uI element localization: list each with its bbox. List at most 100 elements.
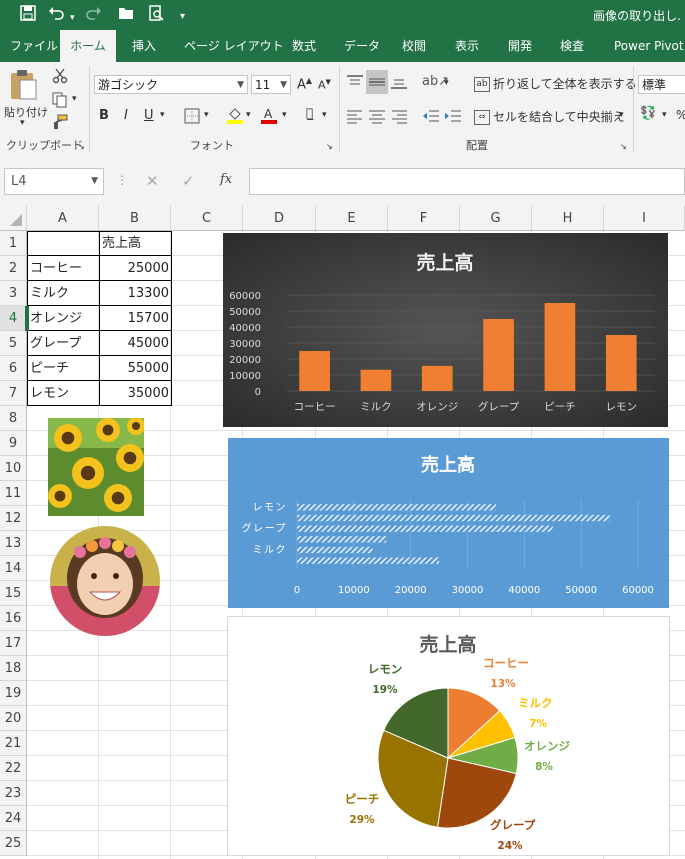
increase-indent-icon[interactable] — [444, 108, 462, 127]
phonetic-dropdown-icon[interactable]: ▾ — [322, 110, 327, 120]
tab-file[interactable]: ファイル — [10, 30, 58, 62]
column-header-f[interactable]: F — [388, 206, 460, 231]
row-header-15[interactable]: 15 — [0, 581, 27, 606]
align-center-icon[interactable] — [368, 108, 386, 127]
row-header-14[interactable]: 14 — [0, 556, 27, 581]
header-cell[interactable]: 売上高 — [99, 231, 172, 256]
open-icon[interactable] — [118, 5, 136, 26]
percent-icon[interactable]: % — [676, 108, 685, 122]
clipboard-launcher-icon[interactable]: ↘ — [78, 142, 85, 151]
bar[interactable] — [297, 504, 496, 511]
row-header-20[interactable]: 20 — [0, 706, 27, 731]
shrink-font-button[interactable]: A▼ — [318, 78, 331, 92]
cancel-icon[interactable]: ✕ — [146, 172, 159, 190]
row-header-3[interactable]: 3 — [0, 281, 27, 306]
pie-chart[interactable]: 売上高 コーヒー 13% ミルク 7% オレンジ 8% グレープ 24% ピーチ 29% レモン 19… — [227, 616, 670, 856]
bar[interactable] — [297, 546, 373, 554]
tab-review[interactable]: 校閲 — [402, 30, 426, 62]
fill-color-icon[interactable] — [226, 106, 244, 127]
undo-icon[interactable] — [48, 5, 66, 26]
print-preview-icon[interactable] — [148, 5, 164, 26]
font-color-dropdown-icon[interactable]: ▾ — [282, 110, 287, 120]
tab-inquire[interactable]: 検査 — [560, 30, 584, 62]
bar[interactable] — [483, 319, 514, 391]
worksheet-grid[interactable]: ABCDEFGHI 1 2 3 4 5 6 7 8 9 10 11 12 13 14 15 16 17 18 19 2… — [0, 206, 685, 859]
paste-button[interactable] — [6, 68, 40, 105]
sales-value-cell[interactable]: 55000 — [99, 356, 172, 381]
bar[interactable] — [297, 557, 440, 564]
girl-portrait-image[interactable] — [50, 526, 160, 636]
resize-handle-icon[interactable]: ⋮ — [116, 173, 128, 187]
row-header-17[interactable]: 17 — [0, 631, 27, 656]
fill-dropdown-icon[interactable]: ▾ — [246, 110, 251, 120]
row-header-16[interactable]: 16 — [0, 606, 27, 631]
sales-value-cell[interactable]: 15700 — [99, 306, 172, 331]
row-header-25[interactable]: 25 — [0, 831, 27, 856]
borders-icon[interactable] — [184, 108, 200, 127]
font-launcher-icon[interactable]: ↘ — [326, 142, 333, 151]
phonetic-icon[interactable]: ア̲ — [306, 106, 313, 120]
copy-icon[interactable] — [52, 92, 68, 111]
product-name-cell[interactable]: グレープ — [27, 331, 99, 356]
paste-dropdown-icon[interactable]: ▾ — [20, 118, 25, 128]
wrap-text-button[interactable]: ab 折り返して全体を表示する — [474, 75, 637, 92]
grow-font-button[interactable]: A▲ — [297, 76, 312, 92]
bar[interactable] — [297, 514, 610, 522]
underline-button[interactable]: U — [144, 108, 154, 123]
column-header-g[interactable]: G — [460, 206, 532, 231]
product-name-cell[interactable]: ミルク — [27, 281, 99, 306]
alignment-launcher-icon[interactable]: ↘ — [620, 142, 627, 151]
row-header-10[interactable]: 10 — [0, 456, 27, 481]
row-header-2[interactable]: 2 — [0, 256, 27, 281]
bar[interactable] — [421, 365, 453, 391]
copy-dropdown-icon[interactable]: ▾ — [72, 94, 77, 104]
column-header-e[interactable]: E — [316, 206, 388, 231]
tab-page-layout[interactable]: ページ レイアウト — [184, 30, 284, 62]
format-painter-icon[interactable] — [52, 114, 68, 133]
row-header-7[interactable]: 7 — [0, 381, 27, 406]
row-header-24[interactable]: 24 — [0, 806, 27, 831]
enter-icon[interactable]: ✓ — [182, 172, 195, 190]
column-header-d[interactable]: D — [243, 206, 316, 231]
align-left-icon[interactable] — [346, 108, 364, 127]
column-header-b[interactable]: B — [99, 206, 171, 231]
borders-dropdown-icon[interactable]: ▾ — [204, 110, 209, 120]
font-size-combo[interactable]: 11 ▼ — [251, 75, 291, 94]
paste-label[interactable]: 貼り付け — [4, 104, 48, 120]
column-header-c[interactable]: C — [171, 206, 243, 231]
row-header-4[interactable]: 4 — [0, 306, 27, 331]
product-name-cell[interactable]: オレンジ — [27, 306, 99, 331]
italic-button[interactable]: I — [124, 108, 128, 123]
tab-power-pivot[interactable]: Power Pivot — [614, 30, 684, 62]
tab-view[interactable]: 表示 — [455, 30, 479, 62]
accounting-dropdown-icon[interactable]: ▾ — [662, 110, 667, 120]
sales-value-cell[interactable]: 25000 — [99, 256, 172, 281]
bar[interactable] — [299, 351, 330, 391]
undo-dropdown-icon[interactable]: ▾ — [70, 8, 75, 28]
row-header-6[interactable]: 6 — [0, 356, 27, 381]
row-header-5[interactable]: 5 — [0, 331, 27, 356]
bar[interactable] — [360, 369, 392, 391]
row-header-23[interactable]: 23 — [0, 781, 27, 806]
row-header-8[interactable]: 8 — [0, 406, 27, 431]
product-name-cell[interactable]: レモン — [27, 381, 99, 406]
row-header-22[interactable]: 22 — [0, 756, 27, 781]
tab-data[interactable]: データ — [344, 30, 380, 62]
align-right-icon[interactable] — [390, 108, 408, 127]
row-header-1[interactable]: 1 — [0, 231, 27, 256]
bold-button[interactable]: B — [99, 108, 109, 123]
row-header-11[interactable]: 11 — [0, 481, 27, 506]
customize-icon[interactable]: ▾ — [180, 7, 185, 27]
row-header-19[interactable]: 19 — [0, 681, 27, 706]
align-bottom-icon[interactable] — [390, 74, 408, 93]
bar[interactable] — [605, 335, 637, 391]
column-chart[interactable]: 売上高 60000 50000 40000 30000 20000 10000 0 コーヒー ミ… — [223, 233, 668, 427]
decrease-indent-icon[interactable] — [422, 108, 440, 127]
cut-icon[interactable] — [52, 68, 68, 87]
font-color-icon[interactable]: A — [260, 106, 278, 127]
merge-dropdown-icon[interactable]: ▾ — [619, 110, 624, 120]
formula-input[interactable] — [249, 168, 685, 195]
sunflower-image[interactable] — [48, 418, 144, 516]
bar[interactable] — [297, 525, 553, 532]
column-header-h[interactable]: H — [532, 206, 604, 231]
